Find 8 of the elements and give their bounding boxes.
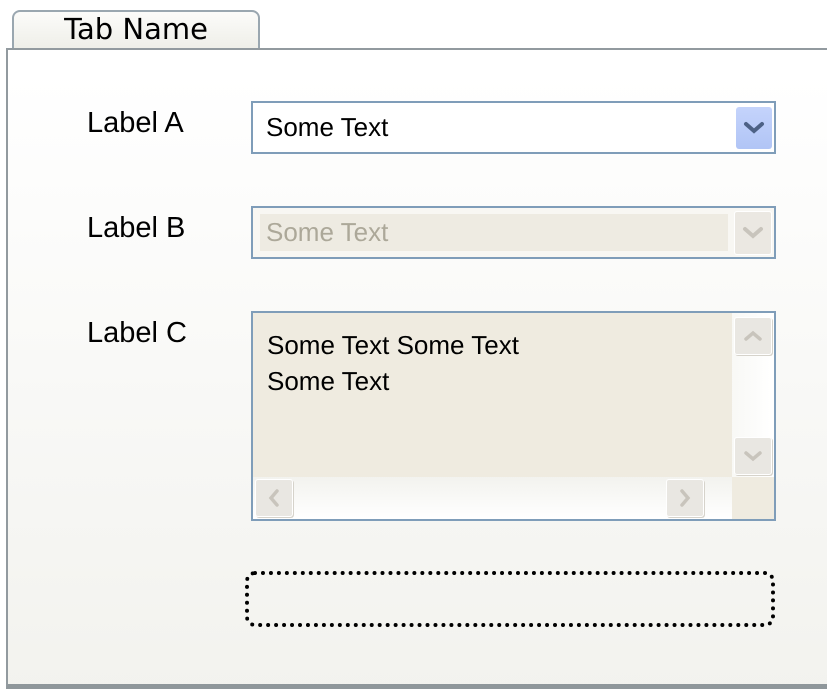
field-label: Label C — [87, 316, 188, 351]
tab[interactable]: Tab Name — [12, 10, 260, 48]
field-label: Label B — [87, 211, 186, 246]
text-line: Some Text — [267, 365, 390, 398]
dropdown[interactable]: Some Text — [251, 101, 776, 154]
chevron-down-icon[interactable] — [736, 106, 772, 148]
text-line: Some Text Some Text — [267, 329, 520, 362]
field-label: Label A — [87, 106, 185, 141]
